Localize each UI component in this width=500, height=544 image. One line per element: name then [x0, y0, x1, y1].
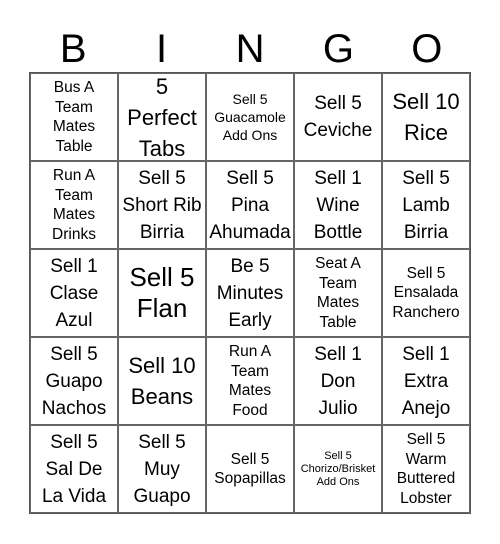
- bingo-cell[interactable]: Sell 10 Rice: [382, 73, 470, 161]
- bingo-cell-text: Sell 5 Ensalada Ranchero: [392, 264, 460, 321]
- bingo-cell[interactable]: Sell 5 Sal De La Vida: [30, 425, 118, 513]
- header-letter-n: N: [235, 27, 265, 71]
- bingo-cell[interactable]: Run A Team Mates Drinks: [30, 161, 118, 249]
- bingo-header: B I N G O: [29, 20, 471, 72]
- bingo-cell[interactable]: Sell 5 Ceviche: [294, 73, 382, 161]
- bingo-cell-text: Sell 1 Extra Anejo: [401, 343, 451, 419]
- bingo-grid: Bus A Team Mates Table 5 Perfect Tabs Sell…: [29, 72, 471, 514]
- bingo-cell[interactable]: Sell 1 Wine Bottle: [294, 161, 382, 249]
- bingo-cell[interactable]: Sell 5 Guacamole Add Ons: [206, 73, 294, 161]
- header-letter-i: I: [156, 27, 168, 71]
- bingo-cell-text: Sell 5 Chorizo/Brisket Add Ons: [300, 449, 376, 488]
- bingo-cell-text: Sell 10 Beans: [128, 353, 196, 409]
- bingo-cell-text: Sell 5 Guapo Nachos: [41, 343, 107, 419]
- bingo-cell-text: Sell 5 Ceviche: [303, 93, 373, 141]
- bingo-cell-text: Run A Team Mates Food: [228, 343, 272, 419]
- bingo-cell-text: Sell 5 Warm Buttered Lobster: [396, 431, 456, 507]
- bingo-cell-text: Sell 1 Clase Azul: [49, 255, 99, 331]
- bingo-cell[interactable]: Sell 5 Short Rib Birria: [118, 161, 206, 249]
- bingo-cell-text: Sell 5 Sal De La Vida: [41, 431, 107, 507]
- bingo-cell[interactable]: Sell 1 Extra Anejo: [382, 337, 470, 425]
- bingo-cell[interactable]: Sell 1 Don Julio: [294, 337, 382, 425]
- bingo-cell[interactable]: Sell 5 Lamb Birria: [382, 161, 470, 249]
- bingo-cell[interactable]: Sell 1 Clase Azul: [30, 249, 118, 337]
- bingo-cell[interactable]: Run A Team Mates Food: [206, 337, 294, 425]
- bingo-cell[interactable]: Sell 5 Sopapillas: [206, 425, 294, 513]
- bingo-cell-text: Sell 5 Short Rib Birria: [122, 167, 202, 243]
- bingo-cell-text: Sell 5 Sopapillas: [214, 450, 286, 488]
- bingo-cell[interactable]: Sell 10 Beans: [118, 337, 206, 425]
- bingo-cell[interactable]: Sell 5 Pina Ahumada: [206, 161, 294, 249]
- bingo-cell[interactable]: Sell 5 Ensalada Ranchero: [382, 249, 470, 337]
- bingo-cell[interactable]: Bus A Team Mates Table: [30, 73, 118, 161]
- bingo-cell-text: 5 Perfect Tabs: [127, 73, 197, 161]
- bingo-cell[interactable]: Sell 5 Guapo Nachos: [30, 337, 118, 425]
- bingo-cell-text: Sell 5 Guacamole Add Ons: [214, 91, 286, 143]
- bingo-cell-text: Sell 1 Don Julio: [314, 343, 362, 419]
- bingo-cell[interactable]: Sell 5 Warm Buttered Lobster: [382, 425, 470, 513]
- bingo-cell[interactable]: Be 5 Minutes Early: [206, 249, 294, 337]
- bingo-cell[interactable]: 5 Perfect Tabs: [118, 73, 206, 161]
- header-letter-g: G: [322, 27, 354, 71]
- bingo-cell-text: Sell 5 Muy Guapo: [133, 431, 191, 507]
- bingo-cell-text: Seat A Team Mates Table: [315, 255, 361, 331]
- bingo-cell-text: Run A Team Mates Drinks: [52, 167, 96, 243]
- bingo-cell-text: Sell 5 Flan: [129, 262, 195, 323]
- header-letter-b: B: [59, 27, 87, 71]
- header-letter-o: O: [411, 27, 443, 71]
- bingo-cell-text: Sell 5 Lamb Birria: [402, 167, 450, 243]
- bingo-cell[interactable]: Sell 5 Flan: [118, 249, 206, 337]
- bingo-cell[interactable]: Sell 5 Chorizo/Brisket Add Ons: [294, 425, 382, 513]
- bingo-cell-text: Sell 1 Wine Bottle: [313, 167, 363, 243]
- bingo-cell-text: Be 5 Minutes Early: [216, 255, 284, 331]
- bingo-cell[interactable]: Seat A Team Mates Table: [294, 249, 382, 337]
- bingo-cell-text: Sell 5 Pina Ahumada: [209, 167, 291, 243]
- bingo-cell-text: Bus A Team Mates Table: [52, 79, 96, 155]
- bingo-cell[interactable]: Sell 5 Muy Guapo: [118, 425, 206, 513]
- bingo-cell-text: Sell 10 Rice: [392, 89, 460, 145]
